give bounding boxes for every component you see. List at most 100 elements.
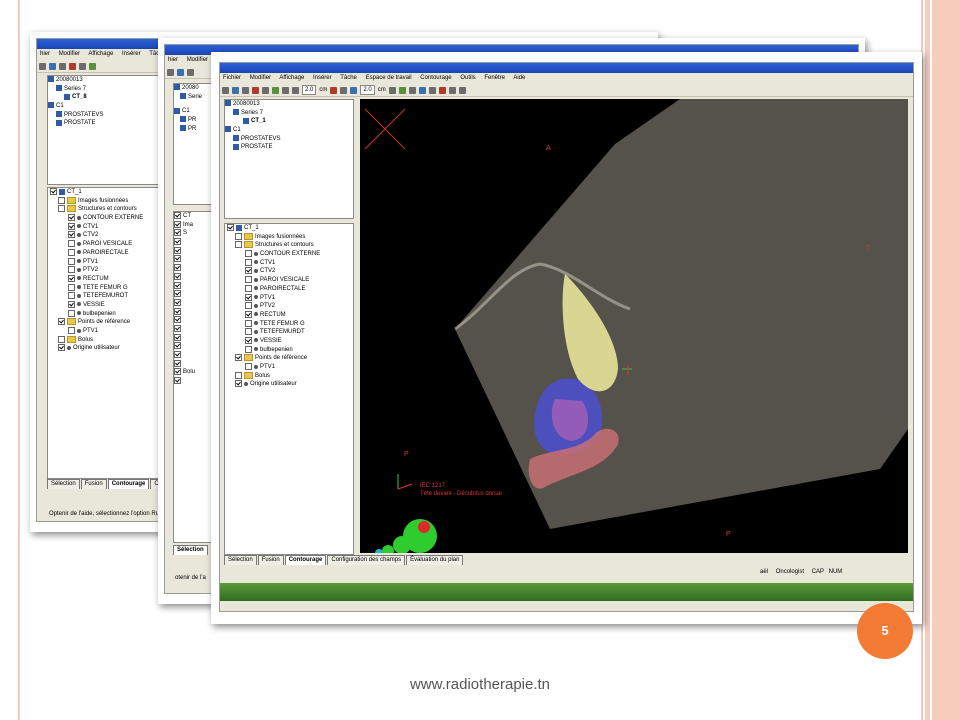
- tree-node[interactable]: PTV1: [225, 363, 353, 372]
- menu-item[interactable]: Modifier: [59, 51, 80, 57]
- visibility-checkbox[interactable]: [245, 276, 252, 284]
- tab-4[interactable]: Évaluation du plan: [406, 555, 464, 565]
- tree-node[interactable]: Origine utilisateur: [225, 380, 353, 389]
- rotate-icon[interactable]: [282, 86, 289, 94]
- tree-node[interactable]: PAROIRECTALE: [225, 284, 353, 294]
- menu-aide[interactable]: Aide: [513, 75, 525, 81]
- visibility-checkbox[interactable]: [58, 318, 65, 326]
- tree-node[interactable]: [174, 238, 214, 247]
- tree-node[interactable]: Points de référence: [225, 354, 353, 363]
- tree-node[interactable]: CTV2: [48, 231, 168, 240]
- tab-3[interactable]: Configuration des champs: [327, 555, 406, 565]
- visibility-checkbox[interactable]: [235, 380, 242, 388]
- visibility-checkbox[interactable]: [174, 359, 181, 367]
- visibility-checkbox[interactable]: [68, 214, 75, 222]
- beam-icon[interactable]: [438, 86, 446, 94]
- tree-node[interactable]: VESSIE: [225, 336, 353, 346]
- visibility-checkbox[interactable]: [68, 274, 75, 282]
- tree-node[interactable]: PTV2: [225, 302, 353, 311]
- cursor-icon[interactable]: [458, 86, 466, 94]
- visibility-checkbox[interactable]: [174, 246, 181, 254]
- footer-url[interactable]: www.radiotherapie.tn: [0, 676, 960, 693]
- tree-node[interactable]: Origine utilisateur: [48, 344, 168, 353]
- tree-node[interactable]: TETEFEMUROT: [48, 292, 168, 301]
- tree-node[interactable]: S: [174, 229, 214, 238]
- visibility-checkbox[interactable]: [58, 196, 65, 204]
- margin-icon[interactable]: [350, 86, 358, 94]
- tab-2[interactable]: Contourage: [107, 479, 150, 489]
- pencil-icon[interactable]: [388, 86, 396, 94]
- tree-node[interactable]: CTV1: [48, 222, 168, 232]
- tree-node[interactable]: PR: [174, 125, 214, 134]
- tree-node[interactable]: PTV1: [48, 257, 168, 267]
- rotate-icon[interactable]: [89, 62, 96, 70]
- visibility-checkbox[interactable]: [174, 238, 181, 246]
- tree-node[interactable]: [174, 298, 214, 308]
- tree-node[interactable]: [174, 264, 214, 273]
- tree-node[interactable]: PROSTATE: [48, 119, 168, 128]
- visibility-checkbox[interactable]: [245, 345, 252, 353]
- save-icon[interactable]: [222, 86, 229, 94]
- visibility-checkbox[interactable]: [245, 310, 252, 318]
- menu-item[interactable]: Affichage: [88, 51, 113, 57]
- visibility-checkbox[interactable]: [174, 333, 181, 341]
- margin-field[interactable]: 2.0: [360, 85, 375, 95]
- visibility-checkbox[interactable]: [227, 224, 234, 231]
- tree-node[interactable]: TETE FEMUR G: [48, 283, 168, 293]
- save-icon[interactable]: [39, 62, 46, 70]
- tree-node[interactable]: [174, 342, 214, 351]
- tree-node[interactable]: PTV1: [225, 293, 353, 303]
- tree-node[interactable]: [174, 272, 214, 282]
- tree-node[interactable]: C1: [225, 126, 353, 135]
- tree-node[interactable]: CT: [174, 212, 214, 221]
- grid-icon[interactable]: [292, 86, 299, 94]
- visibility-checkbox[interactable]: [68, 292, 75, 300]
- tree-node[interactable]: TETEFEMURDT: [225, 328, 353, 337]
- visibility-checkbox[interactable]: [174, 229, 181, 237]
- menu-item[interactable]: Modifier: [187, 57, 208, 63]
- visibility-checkbox[interactable]: [245, 363, 252, 370]
- visibility-checkbox[interactable]: [68, 257, 75, 265]
- visibility-checkbox[interactable]: [174, 212, 181, 219]
- tab-selection[interactable]: Sélection: [173, 545, 208, 555]
- tree-node[interactable]: CONTOUR EXTERNE: [225, 250, 353, 259]
- tree-node[interactable]: PTV2: [48, 266, 168, 275]
- tab-1[interactable]: Fusion: [80, 479, 107, 489]
- visibility-checkbox[interactable]: [235, 371, 242, 379]
- tree-node[interactable]: [174, 324, 214, 334]
- info-icon[interactable]: [242, 86, 249, 94]
- measure-icon[interactable]: [340, 86, 348, 94]
- menu-fenetre[interactable]: Fenêtre: [484, 75, 505, 81]
- menu-inserer[interactable]: Insérer: [313, 75, 332, 81]
- tree-node[interactable]: RECTUM: [48, 274, 168, 284]
- visibility-checkbox[interactable]: [58, 344, 65, 352]
- visibility-checkbox[interactable]: [235, 241, 242, 249]
- tree-node[interactable]: Points de référence: [48, 318, 168, 327]
- visibility-checkbox[interactable]: [235, 354, 242, 362]
- menu-espace-de-travail[interactable]: Espace de travail: [366, 75, 412, 81]
- visibility-checkbox[interactable]: [68, 231, 75, 239]
- visibility-checkbox[interactable]: [245, 267, 252, 275]
- visibility-checkbox[interactable]: [68, 240, 75, 248]
- tree-node[interactable]: Images fusionnées: [225, 232, 353, 242]
- tree-node[interactable]: [174, 377, 214, 386]
- visibility-checkbox[interactable]: [245, 336, 252, 344]
- tree-node[interactable]: TETE FEMUR G: [225, 319, 353, 329]
- tree-node[interactable]: Series 7: [48, 85, 168, 94]
- tree-node[interactable]: [174, 255, 214, 264]
- visibility-checkbox[interactable]: [174, 298, 181, 306]
- tree-node[interactable]: [174, 316, 214, 325]
- tree-node[interactable]: CT_8: [48, 93, 168, 102]
- tree-node[interactable]: PROSTATE: [225, 143, 353, 152]
- visibility-checkbox[interactable]: [245, 302, 252, 310]
- tree-node[interactable]: C1: [174, 107, 214, 116]
- tree-node[interactable]: PAROI VESICALE: [225, 276, 353, 285]
- visibility-checkbox[interactable]: [174, 316, 181, 324]
- tree-node[interactable]: C1: [48, 102, 168, 111]
- visibility-checkbox[interactable]: [245, 328, 252, 336]
- visibility-checkbox[interactable]: [68, 266, 75, 274]
- tree-node[interactable]: [174, 281, 214, 291]
- menu-fichier[interactable]: Fichier: [223, 75, 241, 81]
- visibility-checkbox[interactable]: [245, 258, 252, 266]
- tree-node[interactable]: Series 7: [225, 109, 353, 118]
